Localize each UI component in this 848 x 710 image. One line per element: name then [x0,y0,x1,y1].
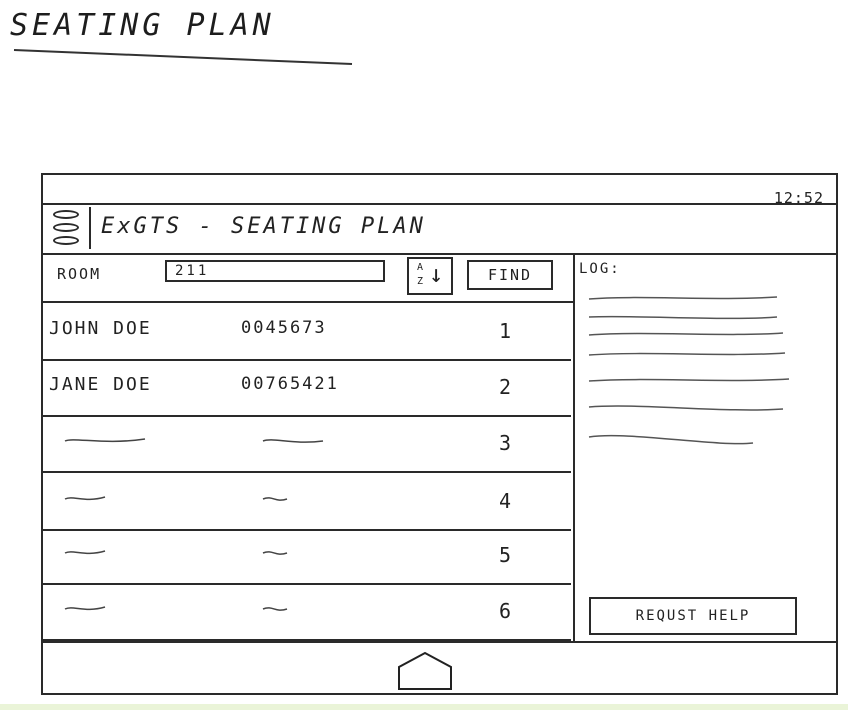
student-row[interactable]: 3 [43,415,571,473]
sheet-title: SEATING PLAN [10,8,275,43]
nav-bar [43,641,836,697]
find-button[interactable]: FIND [467,260,553,290]
menu-button[interactable] [47,207,91,249]
placeholder-scribble [64,496,288,501]
student-name: JANE DOE [49,374,152,395]
status-bar: 12:52 [43,175,836,207]
student-name: JOHN DOE [49,318,152,339]
student-row[interactable]: JANE DOE 00765421 2 [43,359,571,417]
page-edge [0,704,848,710]
log-panel: LOG: [577,259,817,629]
room-label: ROOM [57,265,102,283]
student-list: JOHN DOE 0045673 1 JANE DOE 00765421 2 3 4 5 6 [43,301,573,641]
seat-number: 1 [499,319,512,343]
student-row[interactable]: JOHN DOE 0045673 1 [43,303,571,361]
seat-number: 3 [499,431,512,455]
device-frame: 12:52 ExGTS - SEATING PLAN ROOM A Z ↓ FI… [41,173,838,695]
request-help-button[interactable]: REQUST HELP [589,597,797,635]
student-id: 0045673 [241,318,327,338]
seat-number: 2 [499,375,512,399]
home-icon[interactable] [395,651,455,691]
placeholder-scribble [64,438,324,443]
student-row[interactable]: 5 [43,527,571,585]
placeholder-scribble [64,606,288,611]
log-entries-scribble [588,296,790,445]
panel-divider [573,255,575,643]
seat-number: 4 [499,489,512,513]
student-row[interactable]: 6 [43,583,571,641]
room-input[interactable] [165,260,385,282]
sort-label-a: A [417,262,424,273]
student-row[interactable]: 4 [43,473,571,531]
app-title: ExGTS - SEATING PLAN [101,214,426,239]
log-label: LOG: [579,261,621,277]
title-underline [13,49,353,65]
placeholder-scribble [64,550,288,555]
sort-label-z: Z [417,276,424,287]
seat-number: 6 [499,599,512,623]
app-header: ExGTS - SEATING PLAN [43,203,836,255]
sort-button[interactable]: A Z ↓ [407,257,453,295]
sort-arrow-icon: ↓ [429,260,444,288]
student-id: 00765421 [241,374,339,394]
seat-number: 5 [499,543,512,567]
toolbar: ROOM A Z ↓ FIND [43,255,573,299]
